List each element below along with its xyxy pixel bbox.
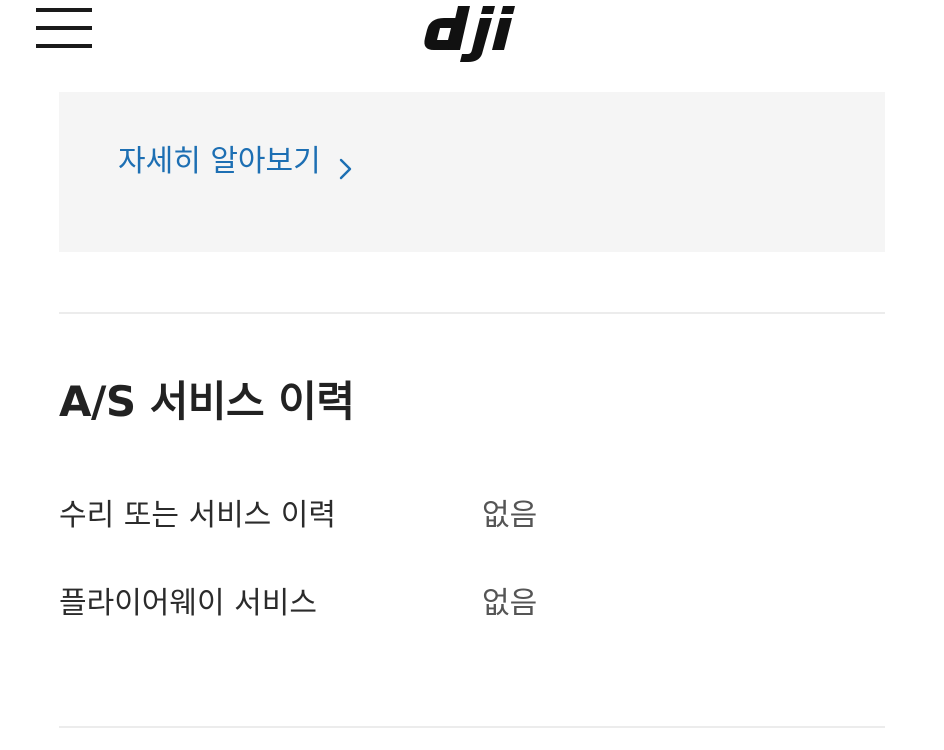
section-divider — [59, 312, 885, 314]
page: 자세히 알아보기 A/S 서비스 이력 수리 또는 서비스 이력 없음 플라이어… — [0, 0, 944, 750]
info-row-repair-history: 수리 또는 서비스 이력 없음 — [59, 494, 885, 538]
as-history-title: A/S 서비스 이력 — [59, 377, 355, 426]
info-label: 플라이어웨이 서비스 — [59, 586, 317, 621]
bottom-divider — [59, 726, 885, 728]
info-value: 없음 — [482, 498, 538, 533]
dji-logo[interactable] — [420, 4, 524, 62]
info-row-flyaway-service: 플라이어웨이 서비스 없음 — [59, 582, 885, 626]
header — [0, 0, 944, 70]
info-value: 없음 — [482, 586, 538, 621]
promo-box: 자세히 알아보기 — [59, 92, 885, 252]
info-label: 수리 또는 서비스 이력 — [59, 498, 337, 533]
learn-more-link[interactable]: 자세히 알아보기 — [118, 142, 353, 182]
chevron-right-icon — [339, 151, 353, 180]
hamburger-menu-icon[interactable] — [36, 6, 92, 50]
learn-more-label: 자세히 알아보기 — [118, 144, 321, 179]
